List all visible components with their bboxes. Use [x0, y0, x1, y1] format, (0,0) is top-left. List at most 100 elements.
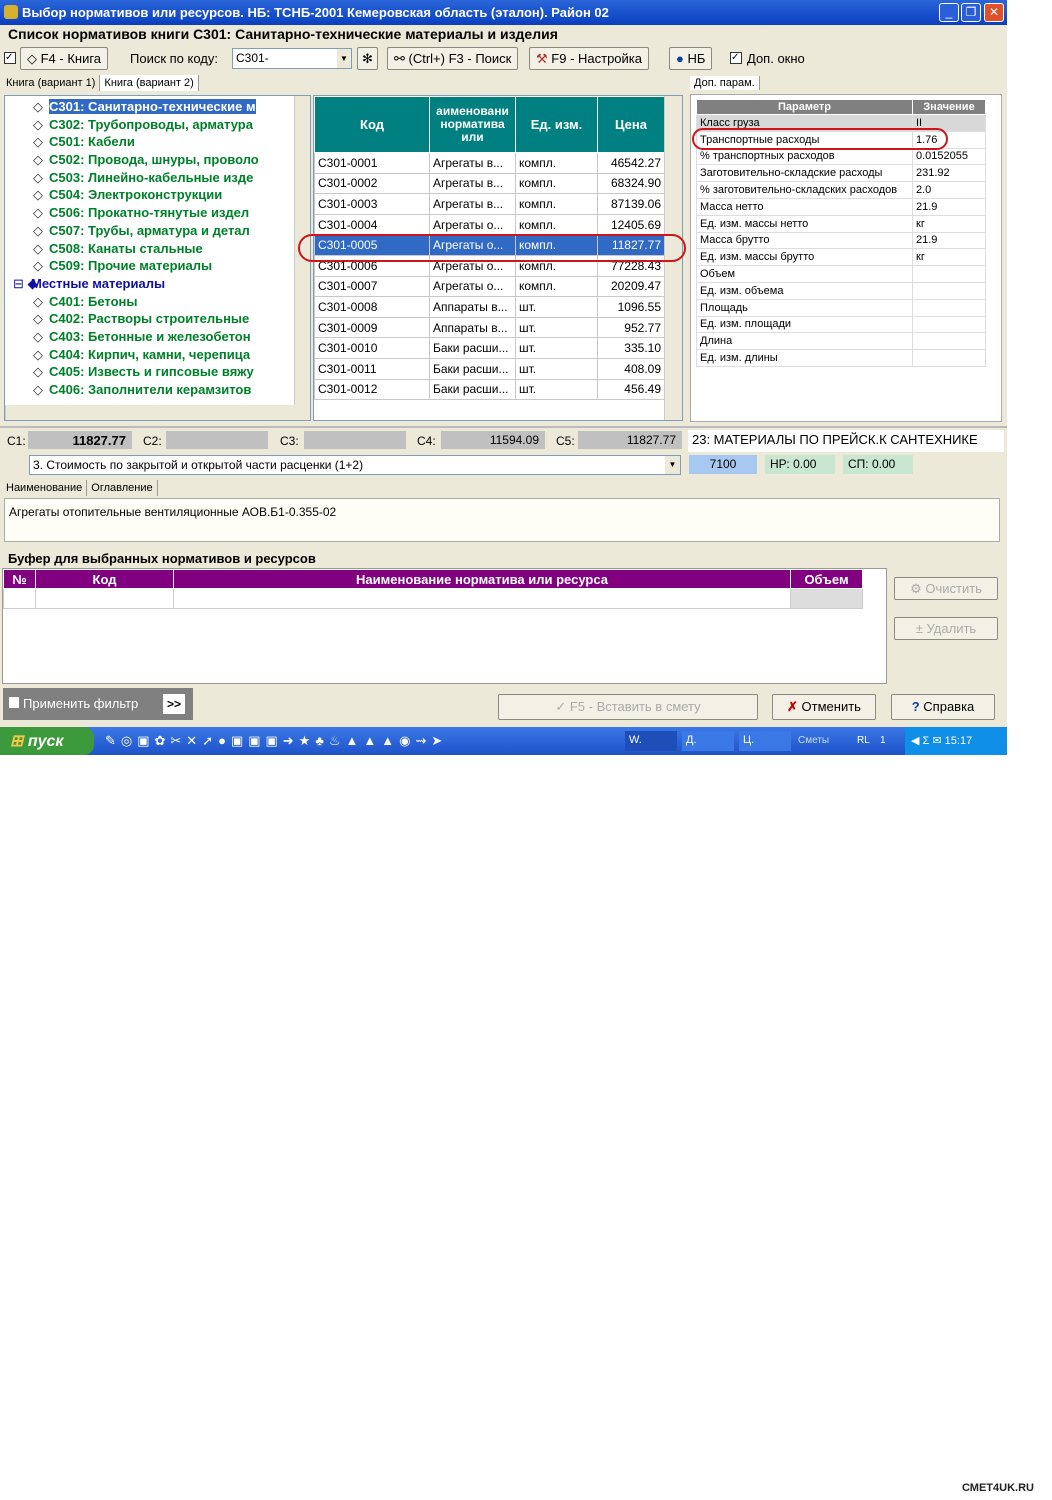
book-icon: ◇ — [33, 240, 43, 256]
param-row[interactable]: % заготовительно-складских расходов 2.0 — [696, 181, 986, 199]
maximize-button[interactable]: ❐ — [961, 3, 981, 22]
task-button[interactable]: W. — [625, 731, 677, 751]
param-row[interactable]: Ед. изм. площади — [696, 315, 986, 334]
close-button[interactable]: ✕ — [984, 3, 1004, 22]
cell-price: 68324.90 — [597, 172, 665, 195]
cancel-button[interactable]: ✗ Отменить — [772, 694, 876, 720]
col-price[interactable]: Цена — [597, 96, 665, 153]
tree-item[interactable]: ◇ С404: Кирпич, камни, черепица — [5, 347, 310, 365]
filter-checkbox[interactable] — [9, 697, 19, 708]
tree-item[interactable]: ◇ С301: Санитарно-технические м — [5, 99, 310, 117]
c2-label: С2: — [143, 434, 162, 448]
param-row[interactable]: Длина — [696, 332, 986, 351]
tree-item[interactable]: ◇ С502: Провода, шнуры, проволо — [5, 152, 310, 170]
param-row[interactable]: Ед. изм. объема — [696, 281, 986, 300]
table-row[interactable]: С301-0011 Баки расши... шт. 408.09 — [314, 357, 665, 380]
tree-item[interactable]: ◇ С509: Прочие материалы — [5, 258, 310, 276]
task-button[interactable]: Ц. — [739, 731, 791, 751]
tree-item[interactable]: ◇ С302: Трубопроводы, арматура — [5, 117, 310, 135]
book-icon: ◇ — [33, 258, 43, 274]
tree-item[interactable]: ◇ С508: Канаты стальные — [5, 241, 310, 259]
task-button[interactable]: Д. — [682, 731, 734, 751]
cell-unit: компл. — [515, 213, 598, 236]
param-row[interactable]: Ед. изм. массы брутто кг — [696, 248, 986, 267]
table-row[interactable]: С301-0010 Баки расши... шт. 335.10 — [314, 337, 665, 359]
tab-contents[interactable]: Оглавление — [87, 480, 158, 496]
tree-hscrollbar[interactable] — [5, 405, 310, 420]
tab-name[interactable]: Наименование — [2, 480, 88, 496]
tree-item[interactable]: ◇ С507: Трубы, арматура и детал — [5, 223, 310, 241]
col-name[interactable]: аименовани норматива или — [429, 96, 516, 153]
table-row[interactable]: С301-0012 Баки расши... шт. 456.49 — [314, 378, 665, 401]
param-row[interactable]: % транспортных расходов 0.0152055 — [696, 147, 986, 166]
col-code[interactable]: Код — [314, 96, 430, 153]
tree-item[interactable]: ◇ С503: Линейно-кабельные изде — [5, 170, 310, 188]
extra-window-label: Доп. окно — [747, 51, 805, 66]
help-button[interactable]: ? Справка — [891, 694, 995, 720]
extra-window-checkbox[interactable]: ✓ — [730, 52, 742, 64]
book-icon: ◇ — [33, 152, 43, 168]
tab-extra-params[interactable]: Доп. парам. — [690, 76, 760, 90]
expand-filter-button[interactable]: >> — [163, 694, 185, 714]
table-row[interactable]: С301-0002 Агрегаты в... компл. 68324.90 — [314, 172, 665, 195]
insert-button[interactable]: ✓ F5 - Вставить в смету — [498, 694, 758, 720]
binoculars-icon: ⚯ — [394, 51, 409, 66]
tree-item[interactable]: ◇ С406: Заполнители керамзитов — [5, 382, 310, 400]
tree-item[interactable]: ◇ С403: Бетонные и железобетон — [5, 329, 310, 347]
table-row[interactable]: С301-0009 Аппараты в... шт. 952.77 — [314, 316, 665, 339]
tree-item[interactable]: ◇ С402: Растворы строительные — [5, 311, 310, 329]
tools-icon: ⚒ — [536, 51, 552, 66]
cell-code: С301-0007 — [314, 275, 430, 298]
quick-launch-icons[interactable]: ✎◎▣✿✂✕➚●▣▣▣➜★♣♨▲▲▲◉⇝➤ — [105, 733, 447, 749]
c3-value — [304, 431, 406, 449]
param-row[interactable]: Объем — [696, 265, 986, 283]
clear-button[interactable]: ⚙ Очистить — [894, 577, 998, 600]
book-button[interactable]: ◇ F4 - Книга — [20, 47, 109, 70]
tree-item[interactable]: ◇ С405: Известь и гипсовые вяжу — [5, 364, 310, 382]
gear-button[interactable]: ✻ — [357, 47, 378, 70]
c5-label: С5: — [556, 434, 575, 448]
toolbar-checkbox[interactable]: ✓ — [4, 52, 16, 64]
search-input[interactable]: С301- ▼ — [232, 48, 352, 69]
tree-item[interactable]: ◇ С501: Кабели — [5, 134, 310, 152]
tree-item[interactable]: ◇ С401: Бетоны — [5, 294, 310, 312]
param-name: % транспортных расходов — [696, 147, 913, 166]
delete-button[interactable]: ± Удалить — [894, 617, 998, 640]
param-row[interactable]: Масса брутто 21.9 — [696, 231, 986, 250]
nb-button[interactable]: ● НБ — [669, 47, 713, 70]
param-row[interactable]: Заготовительно-складские расходы 231.92 — [696, 164, 986, 183]
param-row[interactable]: Масса нетто 21.9 — [696, 197, 986, 216]
tree-item[interactable]: ◇ С504: Электроконструкции — [5, 187, 310, 205]
minimize-button[interactable]: _ — [939, 3, 959, 22]
language-indicator[interactable]: RL — [857, 735, 870, 746]
search-label: Поиск по коду: — [130, 51, 218, 66]
cell-price: 408.09 — [597, 357, 665, 380]
table-row[interactable] — [3, 588, 863, 609]
param-row[interactable]: Площадь — [696, 298, 986, 317]
param-row[interactable]: Ед. изм. длины — [696, 349, 986, 367]
cell-name: Агрегаты в... — [429, 152, 516, 174]
c4-value: 11594.09 — [441, 431, 545, 449]
tree-item[interactable]: ◇ С506: Прокатно-тянутые издел — [5, 205, 310, 223]
param-row[interactable]: Ед. изм. массы нетто кг — [696, 214, 986, 233]
table-row[interactable]: С301-0007 Агрегаты о... компл. 20209.47 — [314, 275, 665, 298]
table-row[interactable]: С301-0004 Агрегаты о... компл. 12405.69 — [314, 213, 665, 236]
cell-name: Агрегаты о... — [429, 213, 516, 236]
cell-code: С301-0008 — [314, 296, 430, 318]
settings-button[interactable]: ⚒ F9 - Настройка — [529, 47, 650, 70]
cost-type-select[interactable]: 3. Стоимость по закрытой и открытой част… — [29, 455, 681, 475]
col-unit[interactable]: Ед. изм. — [515, 96, 598, 153]
col-num: № — [3, 569, 36, 589]
tree-item[interactable]: ⊟ ◆ Местные материалы — [5, 276, 310, 294]
toolbar-label[interactable]: Сметы — [798, 735, 829, 746]
table-row[interactable]: С301-0003 Агрегаты в... компл. 87139.06 — [314, 193, 665, 215]
start-button[interactable]: ⊞ пуск — [0, 727, 94, 755]
book-icon: ◇ — [33, 205, 43, 221]
help-icon: ? — [911, 699, 924, 714]
tab-book-variant-2[interactable]: Книга (вариант 2) — [100, 75, 199, 91]
table-row[interactable]: С301-0001 Агрегаты в... компл. 46542.27 — [314, 152, 665, 174]
find-button[interactable]: ⚯ (Ctrl+) F3 - Поиск — [387, 47, 519, 70]
table-row[interactable]: С301-0008 Аппараты в... шт. 1096.55 — [314, 296, 665, 318]
tab-book-variant-1[interactable]: Книга (вариант 1) — [2, 75, 101, 91]
param-name: Масса нетто — [696, 197, 913, 216]
